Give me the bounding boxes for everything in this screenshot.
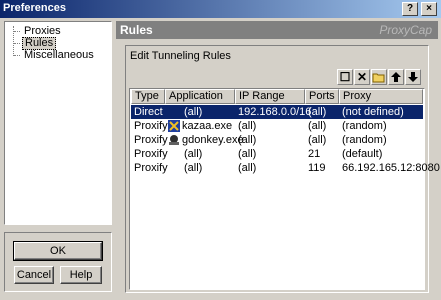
- table-row[interactable]: Proxify kazaa.exe (all) (all) (random): [131, 119, 423, 133]
- help-button[interactable]: Help: [60, 266, 102, 284]
- cell-ports: (all): [308, 120, 327, 132]
- title-bar: Preferences ? ×: [0, 0, 441, 18]
- cancel-button[interactable]: Cancel: [14, 266, 54, 284]
- cell-ip-range: 192.168.0.0/16: [238, 106, 312, 118]
- cell-type: Direct: [134, 106, 163, 118]
- cell-proxy: (default): [342, 148, 383, 160]
- panel-title: Rules: [120, 23, 153, 37]
- help-title-button[interactable]: ?: [402, 2, 418, 16]
- category-tree: Proxies Rules Miscellaneous: [4, 21, 112, 225]
- table-row[interactable]: Proxify gdonkey.exe (all) (all) (random): [131, 133, 423, 147]
- window-title: Preferences: [3, 2, 66, 14]
- cell-ip-range: (all): [238, 120, 257, 132]
- cell-application: kazaa.exe: [182, 120, 233, 132]
- column-header-application[interactable]: Application: [165, 89, 235, 104]
- cell-proxy: (not defined): [342, 106, 404, 118]
- column-header-type[interactable]: Type: [131, 89, 165, 104]
- cell-ports: 21: [308, 148, 321, 160]
- move-down-icon[interactable]: [405, 69, 421, 85]
- cell-proxy: (random): [342, 120, 387, 132]
- rules-group: Edit Tunneling Rules ☐ ✕ Type Applicatio…: [125, 45, 440, 293]
- rules-panel: Rules ProxyCap Edit Tunneling Rules ☐ ✕ …: [116, 21, 440, 298]
- dialog-buttons-group: OK Cancel Help: [4, 232, 112, 292]
- gdonkey-icon: [169, 135, 179, 145]
- cell-type: Proxify: [134, 120, 168, 132]
- cell-ip-range: (all): [238, 134, 257, 146]
- open-folder-icon[interactable]: [371, 69, 387, 85]
- move-up-icon[interactable]: [388, 69, 404, 85]
- group-label: Edit Tunneling Rules: [130, 50, 231, 62]
- cell-ip-range: (all): [238, 162, 257, 174]
- tree-connector: [14, 31, 20, 32]
- cell-type: Proxify: [134, 162, 168, 174]
- kazaa-icon: [168, 120, 180, 132]
- brand-name: ProxyCap: [379, 23, 432, 37]
- cell-proxy: (random): [342, 134, 387, 146]
- column-header-proxy[interactable]: Proxy: [339, 89, 423, 104]
- tree-item-label: Miscellaneous: [24, 49, 94, 61]
- cell-ports: (all): [308, 134, 327, 146]
- tree-connector: [14, 55, 20, 56]
- table-row[interactable]: Proxify (all) (all) 21 (default): [131, 147, 423, 161]
- cell-application: gdonkey.exe: [182, 134, 244, 146]
- ok-button[interactable]: OK: [13, 241, 103, 261]
- cell-type: Proxify: [134, 148, 168, 160]
- cell-ports: 119: [308, 162, 326, 174]
- cell-application: (all): [184, 162, 203, 174]
- table-row[interactable]: Direct (all) 192.168.0.0/16 (all) (not d…: [131, 105, 423, 119]
- table-row[interactable]: Proxify (all) (all) 119 66.192.165.12:80…: [131, 161, 440, 175]
- rules-list[interactable]: Type Application IP Range Ports Proxy Di…: [129, 88, 440, 290]
- cell-ports: (all): [308, 106, 327, 118]
- close-button[interactable]: ×: [421, 2, 437, 16]
- column-header-ports[interactable]: Ports: [305, 89, 339, 104]
- tree-connector: [14, 43, 20, 44]
- delete-icon[interactable]: ✕: [354, 69, 370, 85]
- cell-type: Proxify: [134, 134, 168, 146]
- cell-application: (all): [184, 106, 203, 118]
- cell-application: (all): [184, 148, 203, 160]
- column-header-ip-range[interactable]: IP Range: [235, 89, 305, 104]
- panel-header: Rules ProxyCap: [116, 21, 438, 39]
- cell-ip-range: (all): [238, 148, 257, 160]
- new-rule-icon[interactable]: ☐: [337, 69, 353, 85]
- cell-proxy: 66.192.165.12:8080: [342, 162, 440, 174]
